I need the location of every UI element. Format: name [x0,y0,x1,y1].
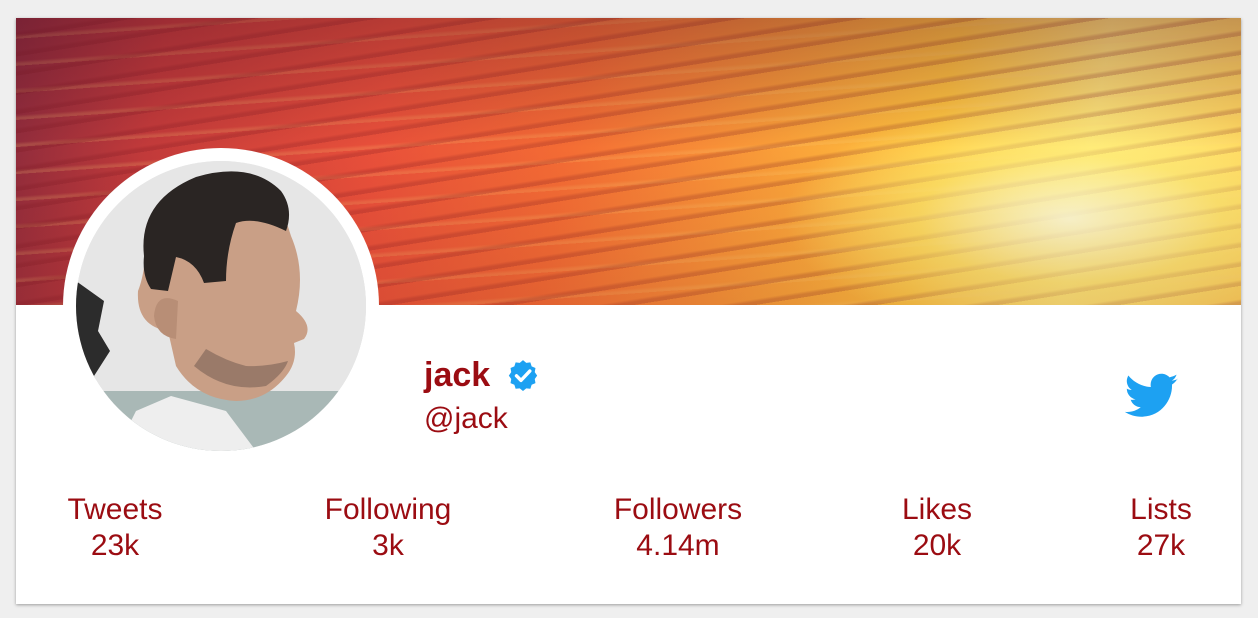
stat-following-label: Following [324,493,452,526]
stat-followers[interactable]: Followers 4.14m [598,492,758,564]
stat-tweets-label: Tweets [67,493,163,526]
profile-name[interactable]: jack [424,356,490,395]
profile-handle[interactable]: @jack [424,402,508,436]
stat-likes-value: 20k [912,529,962,562]
profile-card: jack @jack Tweets 23k Following 3k Follo… [16,18,1241,604]
stat-lists[interactable]: Lists 27k [1106,492,1216,564]
avatar[interactable] [76,161,366,451]
stat-following-value: 3k [372,529,404,562]
stat-likes[interactable]: Likes 20k [882,492,992,564]
verified-badge-icon [508,360,538,392]
stat-lists-value: 27k [1136,529,1186,562]
stat-followers-value: 4.14m [636,529,720,562]
stat-tweets-value: 23k [90,529,140,562]
twitter-bird-icon[interactable] [1125,373,1179,419]
stat-followers-label: Followers [613,493,743,526]
stat-likes-label: Likes [901,493,973,526]
stat-tweets[interactable]: Tweets 23k [50,492,180,564]
stat-following[interactable]: Following 3k [308,492,468,564]
stat-lists-label: Lists [1130,493,1192,526]
avatar-portrait [76,161,366,451]
